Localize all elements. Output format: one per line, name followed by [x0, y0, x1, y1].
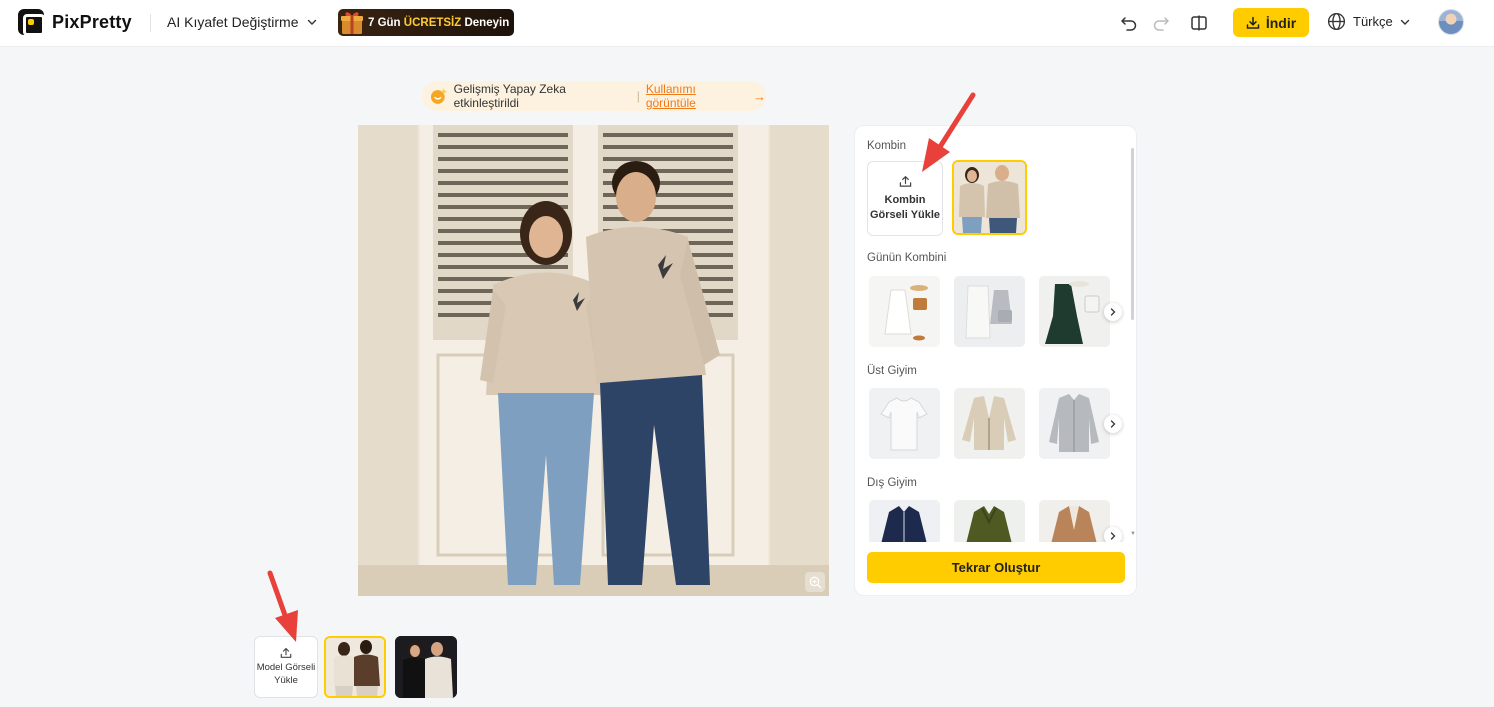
ai-banner-separator: |	[636, 89, 640, 103]
white-dress-outfit-image	[869, 276, 940, 347]
outfit-section-title: Kombin	[867, 140, 906, 152]
language-selector[interactable]: Türkçe	[1327, 12, 1410, 31]
upload-icon	[280, 648, 292, 658]
language-label: Türkçe	[1353, 14, 1393, 29]
tool-selector[interactable]: AI Kıyafet Değiştirme	[167, 14, 317, 30]
model-photo-2	[395, 636, 457, 698]
green-gown-outfit-image	[1039, 276, 1110, 347]
grey-shirt-image	[1039, 388, 1110, 459]
chevron-right-icon	[1110, 308, 1116, 316]
brand-name: PixPretty	[52, 11, 132, 32]
header-divider	[150, 14, 151, 32]
globe-icon	[1327, 12, 1346, 31]
upload-model-button[interactable]: Model Görseli Yükle	[254, 636, 318, 698]
brand-logo[interactable]: PixPretty	[18, 9, 132, 36]
tops-section-title: Üst Giyim	[867, 365, 917, 377]
daily-outfit-item-1[interactable]	[869, 276, 940, 347]
compare-icon	[1191, 15, 1207, 31]
panel-scrollbar-thumb[interactable]	[1131, 148, 1134, 320]
chevron-right-icon	[1110, 420, 1116, 428]
outerwear-section-title: Dış Giyim	[867, 477, 917, 489]
advanced-ai-banner: Gelişmiş Yapay Zeka etkinleştirildi | Ku…	[422, 81, 766, 111]
arrow-right-icon: →	[753, 88, 766, 104]
tops-next-button[interactable]	[1104, 415, 1122, 433]
regenerate-button[interactable]: Tekrar Oluştur	[867, 552, 1125, 583]
redo-icon	[1153, 17, 1169, 31]
tops-item-2[interactable]	[954, 388, 1025, 459]
model-thumbnail-2[interactable]	[395, 636, 457, 698]
daily-outfit-section-title: Günün Kombini	[867, 252, 947, 264]
tops-item-1[interactable]	[869, 388, 940, 459]
view-usage-link[interactable]: Kullanımı görüntüle	[646, 82, 747, 110]
white-coat-outfit-image	[954, 276, 1025, 347]
tops-item-3[interactable]	[1039, 388, 1110, 459]
zoom-icon	[809, 576, 821, 588]
compare-button[interactable]	[1188, 12, 1210, 34]
undo-icon	[1121, 17, 1137, 31]
upload-model-label: Model Görseli Yükle	[256, 662, 316, 686]
annotation-arrow-outfit-upload	[922, 92, 976, 172]
ai-sparkle-icon	[430, 88, 448, 104]
promo-highlight: ÜCRETSİZ	[403, 16, 462, 29]
outfit-panel: Kombin Kombin Görseli Yükle Günün Kombin…	[854, 125, 1137, 596]
download-button[interactable]: İndir	[1233, 8, 1309, 37]
ai-status-text: Gelişmiş Yapay Zeka etkinleştirildi	[453, 82, 566, 110]
model-thumbnail-1[interactable]	[324, 636, 386, 698]
outerwear-item-2[interactable]	[954, 500, 1025, 542]
undo-button[interactable]	[1118, 12, 1140, 34]
gift-icon	[341, 12, 363, 34]
download-label: İndir	[1265, 14, 1297, 31]
outerwear-item-1[interactable]	[869, 500, 940, 542]
free-trial-promo[interactable]: 7 Gün ÜCRETSİZ Deneyin	[338, 9, 514, 36]
chevron-down-icon	[307, 19, 316, 25]
pixpretty-logo-icon	[18, 9, 45, 36]
camel-blazer-image	[1039, 500, 1110, 542]
olive-jacket-image	[954, 500, 1025, 542]
chevron-down-icon	[1400, 19, 1409, 25]
zoom-button[interactable]	[805, 572, 825, 592]
daily-outfit-item-3[interactable]	[1039, 276, 1110, 347]
upload-outfit-label: Kombin Görseli Yükle	[869, 193, 941, 221]
tool-name: AI Kıyafet Değiştirme	[167, 14, 299, 30]
daily-outfit-next-button[interactable]	[1104, 303, 1122, 321]
outfit-panel-scroll[interactable]: Kombin Kombin Görseli Yükle Günün Kombin…	[855, 126, 1136, 542]
chevron-right-icon	[1110, 532, 1116, 540]
beige-cardigan-image	[954, 388, 1025, 459]
annotation-arrow-model-upload	[267, 570, 298, 642]
promo-text: 7 Gün ÜCRETSİZ Deneyin	[368, 16, 510, 29]
user-avatar[interactable]	[1438, 9, 1464, 35]
result-photo	[358, 125, 829, 596]
outerwear-next-button[interactable]	[1104, 527, 1122, 542]
redo-button[interactable]	[1150, 12, 1172, 34]
daily-outfit-item-2[interactable]	[954, 276, 1025, 347]
model-photo-1	[326, 638, 384, 696]
result-image	[358, 125, 829, 596]
outerwear-item-3[interactable]	[1039, 500, 1110, 542]
upload-icon	[899, 175, 911, 187]
scroll-down-arrow-icon[interactable]: ▼	[1130, 531, 1136, 537]
navy-jacket-image	[869, 500, 940, 542]
download-icon	[1246, 16, 1260, 29]
top-bar: PixPretty AI Kıyafet Değiştirme 7 Gün ÜC…	[0, 0, 1494, 47]
white-tshirt-image	[869, 388, 940, 459]
